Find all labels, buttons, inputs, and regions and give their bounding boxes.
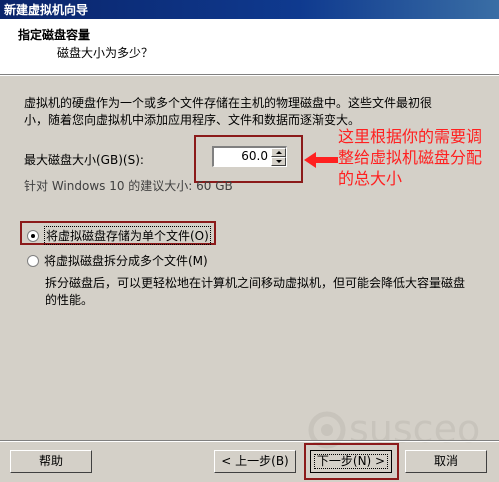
annotation-text: 这里根据你的需要调整给虚拟机磁盘分配的总大小 bbox=[338, 127, 483, 188]
footer-divider-highlight bbox=[0, 441, 499, 442]
page-subtitle: 磁盘大小为多少？ bbox=[57, 46, 154, 60]
cancel-button[interactable]: 取消 bbox=[405, 450, 487, 473]
help-button[interactable]: 帮助 bbox=[10, 450, 92, 473]
recommended-size: 针对 Windows 10 的建议大小: 60 GB bbox=[24, 179, 233, 193]
radio-button-unchecked[interactable] bbox=[27, 254, 39, 267]
page-title: 指定磁盘容量 bbox=[18, 28, 91, 42]
wizard-header: 指定磁盘容量 磁盘大小为多少？ bbox=[0, 19, 499, 75]
annotation-highlight-next bbox=[304, 443, 399, 480]
radio-button-checked[interactable] bbox=[27, 229, 39, 242]
radio-single-file-label[interactable]: 将虚拟磁盘存储为单个文件(O) bbox=[44, 226, 211, 245]
back-button[interactable]: < 上一步(B) bbox=[214, 450, 296, 473]
window-title: 新建虚拟机向导 bbox=[4, 3, 89, 17]
split-description: 拆分磁盘后，可以更轻松地在计算机之间移动虚拟机，但可能会降低大容量磁盘的性能。 bbox=[45, 276, 466, 307]
header-divider bbox=[0, 75, 499, 76]
disk-description: 虚拟机的硬盘作为一个或多个文件存储在主机的物理磁盘中。这些文件最初很小，随着您向… bbox=[24, 96, 433, 127]
annotation-arrow-icon bbox=[304, 152, 338, 168]
disk-size-label: 最大磁盘大小(GB)(S): bbox=[24, 153, 144, 167]
annotation-highlight-spinbox bbox=[194, 135, 303, 183]
radio-split-files[interactable]: 将虚拟磁盘拆分成多个文件(M) bbox=[27, 252, 208, 269]
radio-split-files-label[interactable]: 将虚拟磁盘拆分成多个文件(M) bbox=[44, 252, 208, 269]
title-bar: 新建虚拟机向导 bbox=[0, 0, 499, 19]
radio-single-file[interactable]: 将虚拟磁盘存储为单个文件(O) bbox=[27, 226, 211, 245]
